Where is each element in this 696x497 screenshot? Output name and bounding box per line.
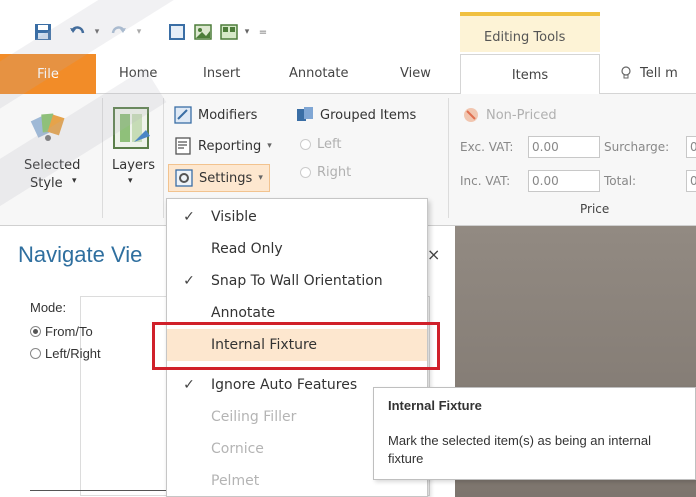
chevron-down-icon: ▾	[258, 173, 263, 183]
menu-item-snap-to-wall[interactable]: ✓ Snap To Wall Orientation	[167, 265, 427, 297]
lightbulb-icon	[620, 66, 632, 84]
total-field[interactable]: 0	[686, 170, 696, 192]
menu-item-label: Read Only	[211, 241, 283, 257]
radio-icon	[300, 167, 311, 178]
settings-label: Settings	[199, 170, 253, 186]
grouped-items-icon	[297, 107, 313, 121]
tooltip-title: Internal Fixture	[388, 398, 482, 413]
grouped-items-label: Grouped Items	[320, 107, 417, 123]
redo-dropdown-icon[interactable]: ▾	[134, 22, 144, 42]
exc-vat-label: Exc. VAT:	[460, 140, 514, 154]
ribbon-tabs: File Home Insert Annotate View Items Tel…	[0, 54, 696, 95]
menu-item-label: Cornice	[211, 441, 264, 457]
editing-tools-header: Editing Tools	[460, 12, 600, 52]
inc-vat-field[interactable]: 0.00	[528, 170, 600, 192]
non-priced-label: Non-Priced	[486, 107, 557, 123]
modifiers-button[interactable]: Modifiers	[174, 106, 257, 124]
from-to-radio[interactable]: From/To	[30, 324, 93, 339]
editing-tools-label: Editing Tools	[484, 30, 566, 45]
gallery-icon[interactable]	[192, 22, 214, 42]
reporting-button[interactable]: Reporting ▾	[174, 137, 272, 155]
menu-item-label: Ignore Auto Features	[211, 377, 358, 393]
checkmark-icon: ✓	[183, 273, 195, 289]
menu-item-label: Ceiling Filler	[211, 409, 297, 425]
settings-icon	[175, 169, 193, 187]
menu-item-label: Visible	[211, 209, 257, 225]
reporting-icon	[175, 137, 191, 155]
ribbon-separator	[448, 98, 449, 218]
menu-item-read-only[interactable]: Read Only	[167, 233, 427, 265]
tab-items[interactable]: Items	[460, 54, 600, 95]
menu-item-label: Snap To Wall Orientation	[211, 273, 383, 289]
radio-icon	[300, 139, 311, 150]
chevron-down-icon: ▾	[128, 176, 133, 186]
left-right-label: Left/Right	[45, 346, 101, 361]
price-group-label: Price	[580, 202, 610, 216]
exc-vat-field[interactable]: 0.00	[528, 136, 600, 158]
tooltip: Internal Fixture Mark the selected item(…	[373, 387, 696, 480]
panel-title: Navigate Vie	[18, 242, 143, 267]
customize-icon[interactable]: =	[258, 22, 268, 42]
layout-icon[interactable]	[218, 22, 240, 42]
checkmark-icon: ✓	[183, 377, 195, 393]
left-radio[interactable]: Left	[300, 137, 341, 152]
chevron-down-icon: ▾	[72, 176, 77, 186]
ribbon-separator	[163, 98, 164, 218]
right-radio[interactable]: Right	[300, 165, 351, 180]
from-to-label: From/To	[45, 324, 93, 339]
left-right-radio[interactable]: Left/Right	[30, 346, 101, 361]
settings-button[interactable]: Settings ▾	[168, 164, 270, 192]
checkmark-icon: ✓	[183, 209, 195, 225]
total-label: Total:	[604, 174, 637, 188]
modifiers-label: Modifiers	[198, 107, 258, 123]
right-label: Right	[317, 165, 352, 180]
left-label: Left	[317, 137, 342, 152]
radio-selected-icon	[30, 326, 41, 337]
non-priced-button[interactable]: Non-Priced	[462, 106, 557, 124]
square-icon[interactable]	[166, 22, 188, 42]
grouped-items-button[interactable]: Grouped Items	[296, 106, 416, 124]
layout-dropdown-icon[interactable]: ▾	[242, 22, 252, 42]
close-icon[interactable]: ×	[427, 245, 440, 264]
menu-item-label: Annotate	[211, 305, 276, 321]
inc-vat-label: Inc. VAT:	[460, 174, 511, 188]
reporting-label: Reporting	[198, 138, 262, 154]
surcharge-label: Surcharge:	[604, 140, 670, 154]
radio-icon	[30, 348, 41, 359]
highlight-box	[152, 322, 440, 370]
mode-label: Mode:	[30, 300, 67, 315]
tab-insert[interactable]: Insert	[203, 66, 240, 81]
chevron-down-icon: ▾	[267, 141, 272, 151]
menu-item-visible[interactable]: ✓ Visible	[167, 201, 427, 233]
tab-annotate[interactable]: Annotate	[289, 66, 348, 81]
modifiers-icon	[174, 106, 192, 124]
tooltip-body: Mark the selected item(s) as being an in…	[388, 433, 652, 466]
tab-view[interactable]: View	[400, 66, 431, 81]
non-priced-icon	[464, 108, 478, 122]
surcharge-field[interactable]: 0	[686, 136, 696, 158]
menu-item-label: Pelmet	[211, 473, 260, 489]
tell-me-search[interactable]: Tell m	[640, 66, 678, 81]
layers-label[interactable]: Layers	[112, 158, 155, 173]
